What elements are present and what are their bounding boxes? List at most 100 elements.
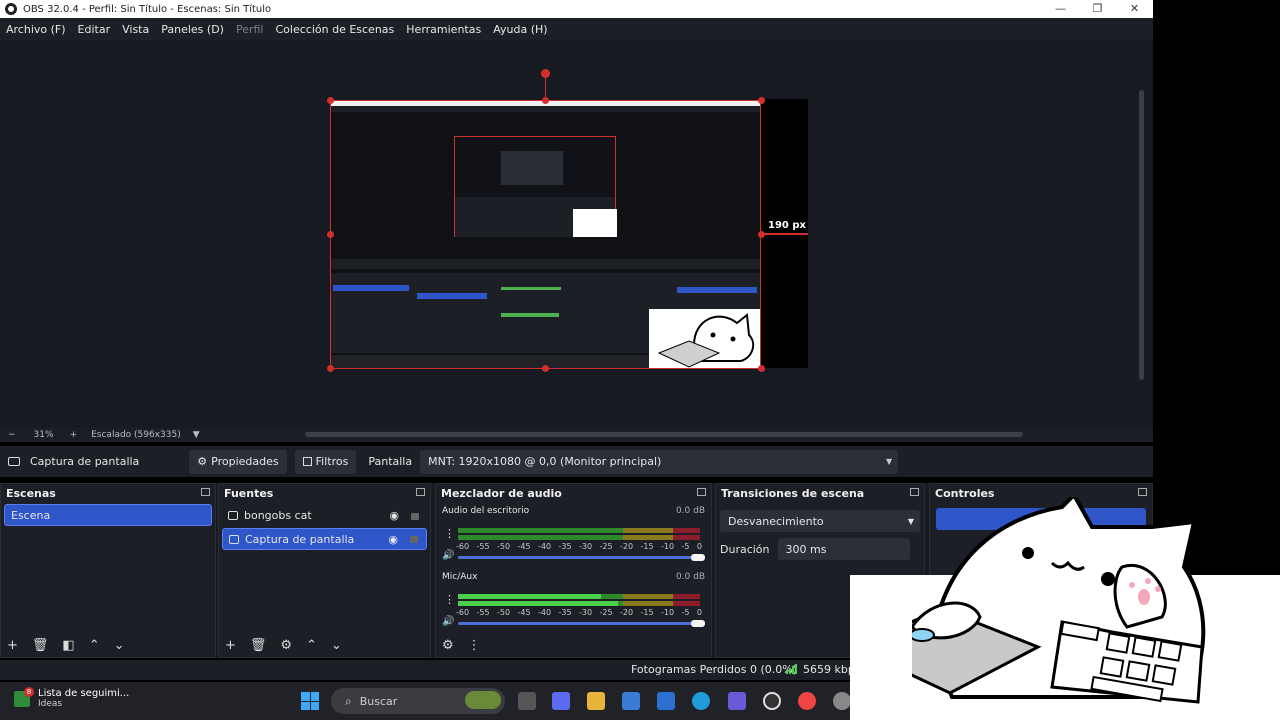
transition-select[interactable]: Desvanecimiento ▼ <box>720 510 920 532</box>
mail-icon[interactable] <box>657 692 675 710</box>
gear-icon[interactable]: ⚙ <box>442 638 454 653</box>
scene-item-label: Escena <box>11 508 51 522</box>
mixer-channel: Audio del escritorio 0.0 dB ⋮ -60 -55 -50-… <box>436 506 711 568</box>
preview-canvas[interactable] <box>330 100 761 369</box>
copilot-icon[interactable] <box>552 692 570 710</box>
store-icon[interactable] <box>622 692 640 710</box>
kebab-menu-icon[interactable]: ⋮ <box>444 528 455 539</box>
widget-button[interactable]: 8 Lista de seguimi... Ideas <box>14 686 130 709</box>
scene-item[interactable]: Escena <box>4 504 212 526</box>
zoom-out-button[interactable]: − <box>8 430 16 440</box>
menu-editar[interactable]: Editar <box>78 23 111 36</box>
resize-handle-bl[interactable] <box>327 365 334 372</box>
kebab-menu-icon[interactable]: ⋮ <box>444 594 455 605</box>
resize-handle-br[interactable] <box>758 365 765 372</box>
kebab-menu-icon[interactable]: ⋮ <box>468 638 481 653</box>
scale-tick: -15 <box>640 608 654 617</box>
lock-icon[interactable] <box>410 536 418 543</box>
preview-vertical-scrollbar[interactable] <box>1139 90 1144 380</box>
volume-slider-knob[interactable] <box>691 620 705 627</box>
resize-handle-tl[interactable] <box>327 97 334 104</box>
distance-guide <box>761 233 808 235</box>
maximize-button[interactable]: ❐ <box>1079 0 1116 18</box>
search-placeholder: Buscar <box>359 694 398 708</box>
sources-toolbar: + 🗑 ⚙ ⌃ ⌄ <box>219 633 430 657</box>
move-up-icon[interactable]: ⌃ <box>306 638 317 653</box>
edge-icon[interactable] <box>692 692 710 710</box>
zoom-bar: − 31% + Escalado (596x335) ▼ <box>0 428 1153 442</box>
filters-button[interactable]: Filtros <box>294 449 357 474</box>
add-source-button[interactable]: + <box>225 638 236 653</box>
scale-tick: 0 <box>696 608 702 617</box>
volume-slider[interactable] <box>458 556 698 559</box>
move-up-icon[interactable]: ⌃ <box>89 638 100 653</box>
scale-tick: 0 <box>696 542 702 551</box>
popout-icon[interactable] <box>910 488 919 496</box>
chrome-icon[interactable] <box>798 692 816 710</box>
source-item-selected[interactable]: Captura de pantalla ◉ <box>222 528 427 550</box>
popout-icon[interactable] <box>416 488 425 496</box>
menu-ayuda[interactable]: Ayuda (H) <box>493 23 547 36</box>
preview-area[interactable]: 190 px <box>0 40 1153 428</box>
speaker-icon[interactable]: 🔊 <box>442 616 454 627</box>
scale-tick: -50 <box>497 608 511 617</box>
speaker-icon[interactable]: 🔊 <box>442 550 454 561</box>
windows-start-icon[interactable] <box>301 692 319 710</box>
display-select[interactable]: MNT: 1920x1080 @ 0,0 (Monitor principal)… <box>420 449 899 474</box>
move-down-icon[interactable]: ⌄ <box>114 638 125 653</box>
eye-icon[interactable]: ◉ <box>388 533 398 546</box>
menu-coleccion-escenas[interactable]: Colección de Escenas <box>276 23 395 36</box>
properties-button[interactable]: ⚙ Propiedades <box>189 449 287 474</box>
menu-herramientas[interactable]: Herramientas <box>406 23 481 36</box>
volume-meter <box>458 535 700 540</box>
task-view-icon[interactable] <box>518 692 536 710</box>
rotation-handle[interactable] <box>541 69 550 78</box>
add-scene-button[interactable]: + <box>7 638 18 653</box>
duration-input[interactable]: 300 ms <box>777 538 910 560</box>
preview-horizontal-scrollbar[interactable] <box>305 432 1023 437</box>
duration-value: 300 ms <box>785 542 827 556</box>
widget-title: Lista de seguimi... <box>38 688 130 699</box>
zoom-in-button[interactable]: + <box>70 430 78 440</box>
file-explorer-icon[interactable] <box>587 692 605 710</box>
source-item-label: Captura de pantalla <box>245 532 355 546</box>
stock-chart-icon: 8 <box>14 686 34 707</box>
popout-icon[interactable] <box>1138 488 1147 496</box>
volume-meter <box>458 594 700 599</box>
mini-preview <box>454 136 617 237</box>
mini-cat <box>573 209 617 237</box>
eye-icon[interactable]: ◉ <box>389 509 399 522</box>
resize-handle-l[interactable] <box>327 231 334 238</box>
minimize-button[interactable]: — <box>1042 0 1079 18</box>
obs-taskbar-icon[interactable] <box>763 692 781 710</box>
menu-paneles[interactable]: Paneles (D) <box>161 23 224 36</box>
gear-icon[interactable]: ⚙ <box>280 638 292 653</box>
trash-icon[interactable]: 🗑 <box>250 638 267 653</box>
move-down-icon[interactable]: ⌄ <box>331 638 342 653</box>
scene-filters-icon[interactable]: ◧ <box>62 638 74 653</box>
resize-handle-b[interactable] <box>542 365 549 372</box>
volume-slider-knob[interactable] <box>691 554 705 561</box>
title-bar: OBS 32.0.4 - Perfil: Sin Título - Escena… <box>0 0 1153 18</box>
menu-archivo[interactable]: Archivo (F) <box>6 23 66 36</box>
menu-vista[interactable]: Vista <box>122 23 149 36</box>
popout-icon[interactable] <box>201 488 210 496</box>
close-button[interactable]: ✕ <box>1116 0 1153 18</box>
settings-icon[interactable] <box>833 692 851 710</box>
source-item[interactable]: bongobs cat ◉ <box>222 504 427 526</box>
menu-perfil[interactable]: Perfil <box>236 23 264 36</box>
resize-handle-tr[interactable] <box>758 97 765 104</box>
mini-control-button <box>677 287 757 293</box>
popout-icon[interactable] <box>697 488 706 496</box>
trash-icon[interactable]: 🗑 <box>32 638 49 653</box>
scaling-dropdown-icon[interactable]: ▼ <box>193 430 200 440</box>
channel-name: Mic/Aux <box>442 572 478 582</box>
teams-icon[interactable] <box>728 692 746 710</box>
resize-handle-t[interactable] <box>542 97 549 104</box>
scale-tick: -5 <box>681 542 690 551</box>
lock-icon[interactable] <box>411 513 419 520</box>
scale-tick: -60 <box>456 542 470 551</box>
display-label: Pantalla <box>368 455 413 468</box>
mini-menubar <box>331 106 760 112</box>
volume-slider[interactable] <box>458 622 698 625</box>
